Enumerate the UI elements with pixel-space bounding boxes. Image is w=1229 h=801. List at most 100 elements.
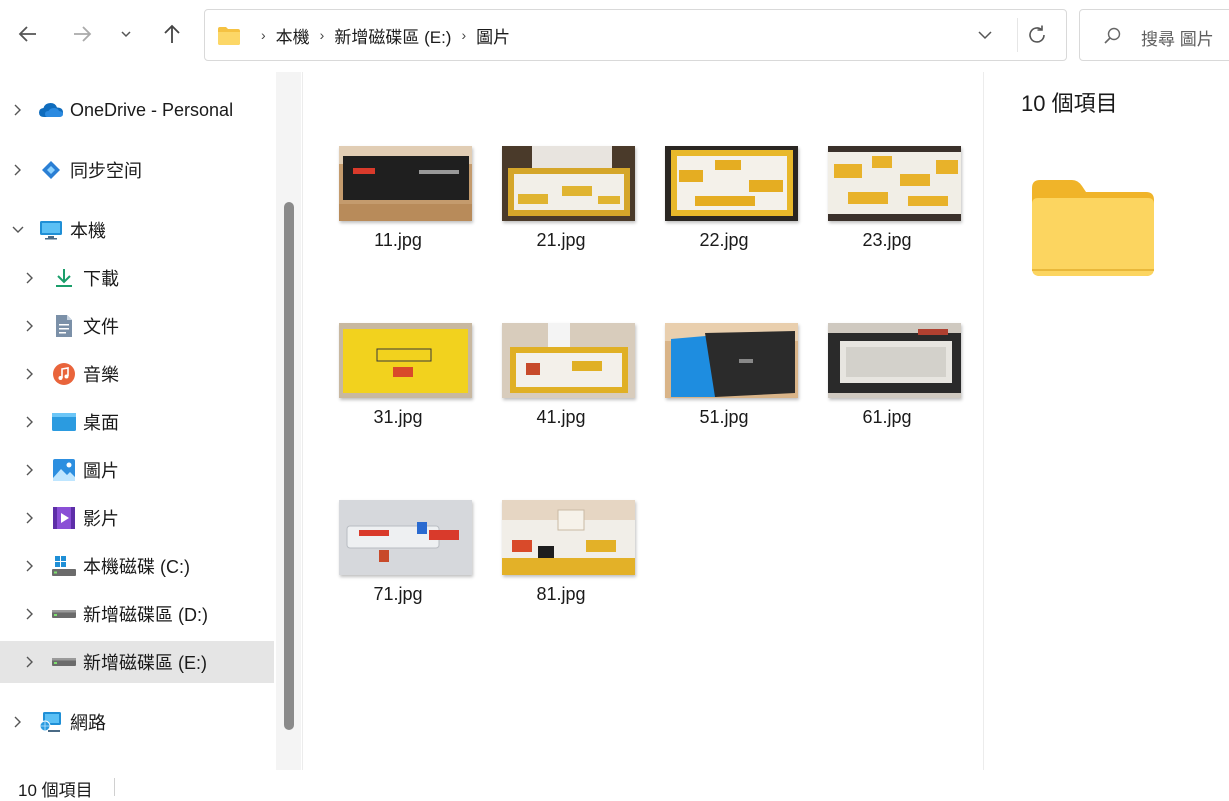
refresh-icon[interactable] bbox=[1025, 23, 1049, 47]
music-icon bbox=[51, 361, 77, 387]
breadcrumb-item-drive-e[interactable]: 新增磁碟區 (E:) bbox=[334, 23, 451, 48]
image-thumbnail bbox=[828, 323, 961, 398]
chevron-right-icon[interactable] bbox=[22, 318, 38, 334]
sidebar-scrollbar-thumb[interactable] bbox=[284, 202, 294, 730]
chevron-right-icon[interactable] bbox=[22, 510, 38, 526]
sidebar-item-this-pc[interactable]: 本機 bbox=[0, 209, 274, 251]
file-item[interactable]: 23.jpg bbox=[812, 146, 962, 296]
file-item[interactable]: 61.jpg bbox=[812, 323, 962, 473]
recent-locations-button[interactable] bbox=[110, 18, 142, 50]
image-thumbnail bbox=[339, 323, 472, 398]
chevron-right-icon[interactable] bbox=[22, 462, 38, 478]
image-thumbnail bbox=[339, 146, 472, 221]
sidebar-item-label: 新增磁碟區 (D:) bbox=[83, 605, 208, 625]
breadcrumb-separator[interactable]: › bbox=[461, 27, 466, 43]
sidebar-item-label: 文件 bbox=[83, 317, 119, 337]
breadcrumb: › 本機 › 新增磁碟區 (E:) › 圖片 bbox=[251, 10, 510, 60]
chevron-right-icon[interactable] bbox=[22, 606, 38, 622]
search-placeholder[interactable]: 搜尋 圖片 bbox=[1141, 25, 1214, 50]
image-thumbnail bbox=[502, 323, 635, 398]
file-item[interactable]: 21.jpg bbox=[486, 146, 636, 296]
file-name: 21.jpg bbox=[536, 230, 586, 250]
chevron-right-icon[interactable] bbox=[22, 270, 38, 286]
up-button[interactable] bbox=[156, 18, 188, 50]
chevron-down-icon[interactable] bbox=[10, 222, 26, 238]
back-button[interactable] bbox=[12, 18, 44, 50]
chevron-right-icon[interactable] bbox=[10, 714, 26, 730]
address-bar[interactable]: › 本機 › 新增磁碟區 (E:) › 圖片 bbox=[204, 9, 1067, 61]
chevron-right-icon[interactable] bbox=[22, 558, 38, 574]
file-name: 41.jpg bbox=[536, 407, 586, 427]
chevron-down-icon[interactable] bbox=[975, 25, 995, 45]
sidebar-item-videos[interactable]: 影片 bbox=[0, 497, 274, 539]
forward-button[interactable] bbox=[66, 18, 98, 50]
sidebar-item-drive-c[interactable]: 本機磁碟 (C:) bbox=[0, 545, 274, 587]
details-item-count: 10 個項目 bbox=[1021, 91, 1118, 116]
network-icon bbox=[38, 709, 64, 735]
drive-icon bbox=[51, 601, 77, 627]
download-icon bbox=[51, 265, 77, 291]
image-thumbnail bbox=[665, 323, 798, 398]
chevron-right-icon[interactable] bbox=[22, 654, 38, 670]
sidebar-item-label: OneDrive - Personal bbox=[70, 99, 234, 120]
sidebar-item-label: 音樂 bbox=[83, 365, 119, 385]
sidebar-item-label: 下載 bbox=[83, 269, 119, 289]
sidebar-item-label: 網路 bbox=[70, 713, 106, 733]
breadcrumb-separator[interactable]: › bbox=[320, 27, 325, 43]
monitor-icon bbox=[38, 217, 64, 243]
breadcrumb-item-this-pc[interactable]: 本機 bbox=[276, 23, 310, 48]
chevron-right-icon[interactable] bbox=[22, 414, 38, 430]
sidebar-item-label: 圖片 bbox=[83, 461, 119, 481]
chevron-right-icon[interactable] bbox=[22, 366, 38, 382]
file-item[interactable]: 31.jpg bbox=[323, 323, 473, 473]
breadcrumb-separator: › bbox=[261, 27, 266, 43]
sidebar-item-onedrive[interactable]: OneDrive - Personal bbox=[0, 89, 274, 131]
image-thumbnail bbox=[502, 500, 635, 575]
image-thumbnail bbox=[502, 146, 635, 221]
breadcrumb-item-pictures[interactable]: 圖片 bbox=[476, 23, 510, 48]
sidebar-item-desktop[interactable]: 桌面 bbox=[0, 401, 274, 443]
chevron-right-icon[interactable] bbox=[10, 162, 26, 178]
sidebar-item-label: 本機 bbox=[70, 221, 106, 241]
desktop-icon bbox=[51, 409, 77, 435]
sidebar-item-sync-space[interactable]: 同步空间 bbox=[0, 149, 274, 191]
file-item[interactable]: 71.jpg bbox=[323, 500, 473, 650]
image-thumbnail bbox=[828, 146, 961, 221]
search-box[interactable]: 搜尋 圖片 bbox=[1079, 9, 1229, 61]
file-name: 23.jpg bbox=[862, 230, 912, 250]
file-item[interactable]: 11.jpg bbox=[323, 146, 473, 296]
sidebar-item-drive-e[interactable]: 新增磁碟區 (E:) bbox=[0, 641, 274, 683]
file-name: 81.jpg bbox=[536, 584, 586, 604]
sidebar-item-label: 影片 bbox=[83, 509, 119, 529]
sidebar-item-label: 桌面 bbox=[83, 413, 119, 433]
folder-large-icon bbox=[1032, 180, 1154, 276]
image-thumbnail bbox=[339, 500, 472, 575]
file-item[interactable]: 41.jpg bbox=[486, 323, 636, 473]
sidebar-item-music[interactable]: 音樂 bbox=[0, 353, 274, 395]
file-item[interactable]: 22.jpg bbox=[649, 146, 799, 296]
file-item[interactable]: 81.jpg bbox=[486, 500, 636, 650]
arrow-up-icon bbox=[164, 24, 180, 43]
chevron-right-icon[interactable] bbox=[10, 102, 26, 118]
onedrive-cloud-icon bbox=[38, 97, 64, 123]
folder-icon bbox=[218, 27, 240, 45]
sidebar-item-pictures[interactable]: 圖片 bbox=[0, 449, 274, 491]
file-name: 61.jpg bbox=[862, 407, 912, 427]
sidebar-item-downloads[interactable]: 下載 bbox=[0, 257, 274, 299]
videos-icon bbox=[51, 505, 77, 531]
arrow-left-icon bbox=[18, 26, 36, 42]
file-list: 11.jpg 21.jpg 22.jpg 23.jpg 31.jpg 41.jp… bbox=[303, 72, 983, 770]
search-icon bbox=[1104, 27, 1121, 44]
sidebar-item-label: 同步空间 bbox=[70, 161, 142, 181]
sidebar-item-label: 新增磁碟區 (E:) bbox=[83, 653, 207, 673]
sidebar-item-label: 本機磁碟 (C:) bbox=[83, 557, 190, 577]
file-item[interactable]: 51.jpg bbox=[649, 323, 799, 473]
chevron-down-icon bbox=[121, 31, 131, 38]
sidebar-item-network[interactable]: 網路 bbox=[0, 701, 274, 743]
windows-drive-icon bbox=[51, 553, 77, 579]
document-icon bbox=[51, 313, 77, 339]
sidebar-item-documents[interactable]: 文件 bbox=[0, 305, 274, 347]
sidebar-item-drive-d[interactable]: 新增磁碟區 (D:) bbox=[0, 593, 274, 635]
navigation-pane: OneDrive - Personal 同步空间 本機 下載 文件 音樂 桌面 bbox=[0, 72, 276, 770]
sync-space-icon bbox=[38, 157, 64, 183]
